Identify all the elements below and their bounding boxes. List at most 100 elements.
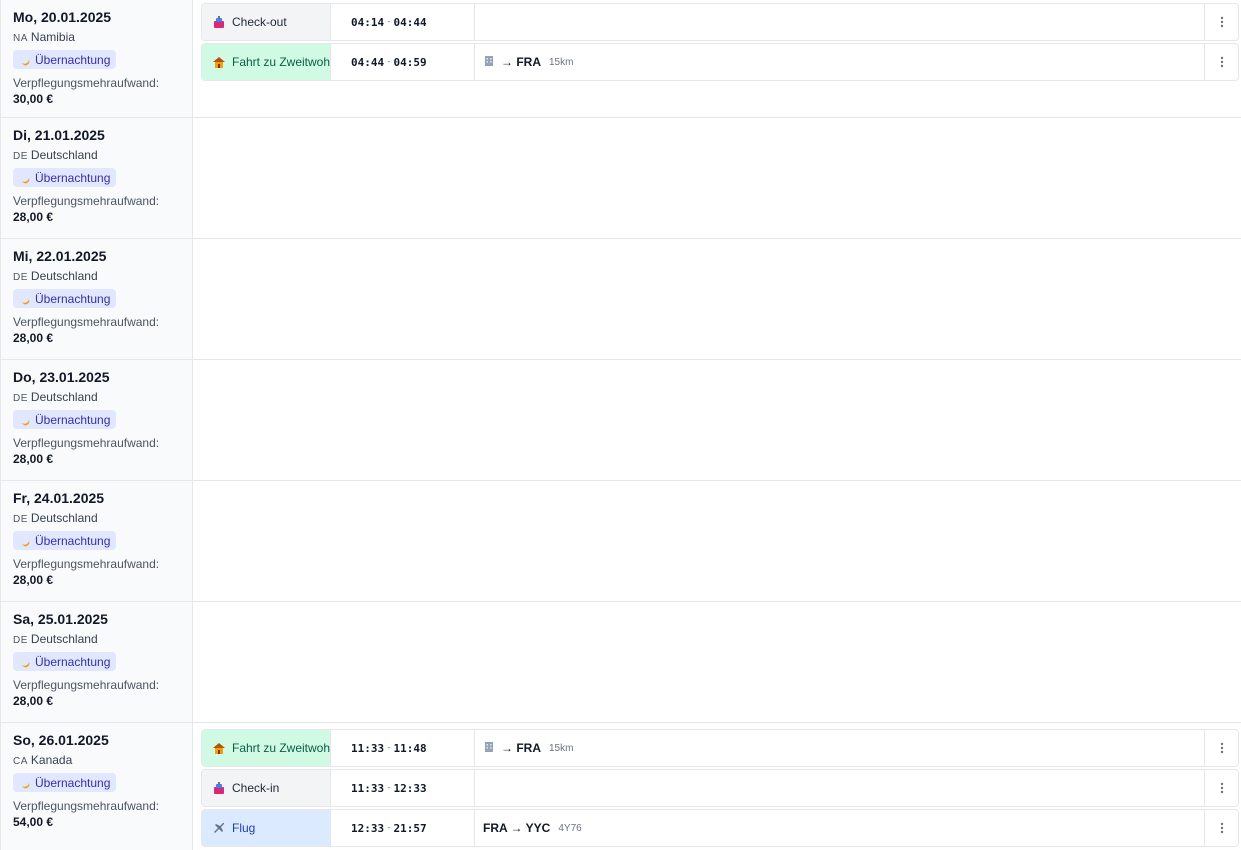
day-country: CA Kanada (13, 753, 192, 769)
meal-allowance-label: Verpflegungsmehraufwand: (13, 677, 160, 692)
day-summary: Di, 21.01.2025 DE Deutschland Übernachtun… (0, 118, 193, 238)
event-distance: 15km (549, 742, 574, 754)
country-name: Kanada (30, 753, 73, 767)
event-distance: 15km (549, 56, 574, 68)
overnight-badge[interactable]: Übernachtung (13, 531, 117, 550)
home-icon (212, 741, 226, 755)
overnight-label: Übernachtung (35, 52, 111, 67)
plane-icon (212, 821, 226, 835)
meal-allowance-amount: 28,00 € (13, 209, 54, 224)
day-row: Mi, 22.01.2025 DE Deutschland Übernachtun… (0, 239, 1241, 360)
overnight-badge[interactable]: Übernachtung (13, 50, 117, 69)
event-detail: → FRA 15km (475, 730, 1204, 766)
event-start: 11:33 (351, 781, 385, 795)
country-name: Deutschland (30, 632, 98, 646)
day-summary: Sa, 25.01.2025 DE Deutschland Übernachtun… (0, 602, 193, 722)
event-time: 04:44-04:59 (331, 44, 475, 80)
building-icon (483, 55, 497, 69)
event-route: FRA → YYC (483, 821, 551, 835)
meal-allowance-label: Verpflegungsmehraufwand: (13, 798, 160, 813)
day-date: Sa, 25.01.2025 (13, 611, 108, 627)
country-name: Deutschland (30, 148, 98, 162)
meal-allowance-amount: 28,00 € (13, 572, 54, 587)
day-events: Check-out 04:14-04:44 Fahrt zu Zweitwohn… (193, 0, 1241, 117)
event-type: Fahrt zu Zweitwohnung (202, 44, 331, 80)
meal-allowance-label: Verpflegungsmehraufwand: (13, 556, 160, 571)
event-detail (475, 4, 1204, 40)
home-icon (212, 55, 226, 69)
overnight-badge[interactable]: Übernachtung (13, 652, 117, 671)
event-row[interactable]: Fahrt zu Zweitwohnung 11:33-11:48 → FRA … (201, 729, 1239, 767)
meal-allowance-label: Verpflegungsmehraufwand: (13, 75, 160, 90)
event-route: → FRA (501, 55, 541, 69)
more-menu-button[interactable] (1204, 44, 1238, 80)
meal-allowance-amount: 30,00 € (13, 91, 54, 106)
event-type-label: Fahrt zu Zweitwohnung (232, 741, 331, 755)
country-code: DE (13, 514, 28, 525)
day-row: Di, 21.01.2025 DE Deutschland Übernachtun… (0, 118, 1241, 239)
event-end: 04:44 (393, 15, 427, 29)
event-row[interactable]: Flug 12:33-21:57 FRA → YYC 4Y76 (201, 809, 1239, 847)
day-row: Sa, 25.01.2025 DE Deutschland Übernachtun… (0, 602, 1241, 723)
overnight-label: Übernachtung (35, 775, 111, 790)
day-country: DE Deutschland (13, 148, 192, 164)
event-type: Check-out (202, 4, 331, 40)
day-row: Mo, 20.01.2025 NA Namibia Übernachtung Ve… (0, 0, 1241, 118)
event-end: 04:59 (393, 55, 427, 69)
kebab-icon (1220, 782, 1223, 794)
more-menu-button[interactable] (1204, 730, 1238, 766)
event-type: Flug (202, 810, 331, 846)
overnight-badge[interactable]: Übernachtung (13, 773, 117, 792)
day-date: Di, 21.01.2025 (13, 127, 105, 143)
overnight-badge[interactable]: Übernachtung (13, 289, 117, 308)
overnight-badge[interactable]: Übernachtung (13, 410, 117, 429)
more-menu-button[interactable] (1204, 810, 1238, 846)
moon-icon (19, 293, 31, 305)
country-code: DE (13, 272, 28, 283)
moon-icon (19, 777, 31, 789)
event-route: → FRA (501, 741, 541, 755)
meal-allowance-amount: 54,00 € (13, 814, 54, 829)
day-row: Fr, 24.01.2025 DE Deutschland Übernachtun… (0, 481, 1241, 602)
event-detail (475, 770, 1204, 806)
day-events (193, 481, 1241, 601)
meal-allowance-amount: 28,00 € (13, 693, 54, 708)
day-events (193, 239, 1241, 359)
more-menu-button[interactable] (1204, 770, 1238, 806)
overnight-label: Übernachtung (35, 291, 111, 306)
event-start: 04:44 (351, 55, 385, 69)
event-start: 04:14 (351, 15, 385, 29)
more-menu-button[interactable] (1204, 4, 1238, 40)
flight-number: 4Y76 (558, 822, 582, 834)
day-events (193, 118, 1241, 238)
event-row[interactable]: Check-in 11:33-12:33 (201, 769, 1239, 807)
event-type-label: Flug (232, 821, 256, 835)
event-time: 12:33-21:57 (331, 810, 475, 846)
event-type-label: Check-in (232, 781, 280, 795)
day-events (193, 602, 1241, 722)
country-name: Deutschland (30, 390, 98, 404)
event-type-label: Check-out (232, 15, 287, 29)
event-row[interactable]: Fahrt zu Zweitwohnung 04:44-04:59 → FRA … (201, 43, 1239, 81)
day-summary: Do, 23.01.2025 DE Deutschland Übernachtun… (0, 360, 193, 480)
moon-icon (19, 54, 31, 66)
day-date: Mo, 20.01.2025 (13, 9, 112, 25)
moon-icon (19, 656, 31, 668)
overnight-label: Übernachtung (35, 654, 111, 669)
day-summary: Fr, 24.01.2025 DE Deutschland Übernachtun… (0, 481, 193, 601)
event-type: Fahrt zu Zweitwohnung (202, 730, 331, 766)
event-row[interactable]: Check-out 04:14-04:44 (201, 3, 1239, 41)
day-date: Fr, 24.01.2025 (13, 490, 105, 506)
overnight-badge[interactable]: Übernachtung (13, 168, 117, 187)
day-row: Do, 23.01.2025 DE Deutschland Übernachtun… (0, 360, 1241, 481)
moon-icon (19, 414, 31, 426)
hotel-icon (212, 781, 226, 795)
country-code: DE (13, 635, 28, 646)
day-date: Mi, 22.01.2025 (13, 248, 107, 264)
kebab-icon (1220, 56, 1223, 68)
event-detail: FRA → YYC 4Y76 (475, 810, 1204, 846)
country-name: Deutschland (30, 511, 98, 525)
event-time: 04:14-04:44 (331, 4, 475, 40)
kebab-icon (1220, 742, 1223, 754)
country-code: DE (13, 393, 28, 404)
